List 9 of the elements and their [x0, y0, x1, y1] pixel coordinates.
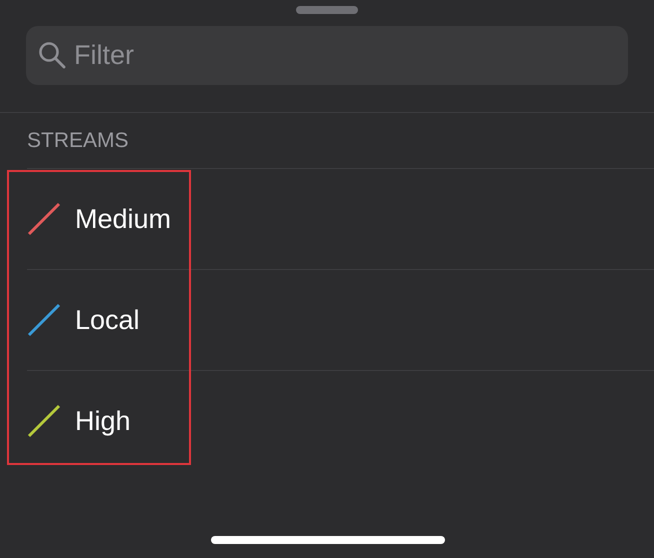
filter-field[interactable]: Filter: [26, 26, 628, 85]
sheet-grabber[interactable]: [296, 6, 358, 14]
stream-row[interactable]: Medium: [27, 168, 654, 269]
stream-name: Local: [75, 304, 140, 337]
section-header: STREAMS: [27, 129, 130, 153]
stream-name: Medium: [75, 202, 172, 236]
stream-row[interactable]: High: [27, 370, 654, 471]
stream-name: High: [75, 404, 131, 438]
stream-row[interactable]: Local: [27, 269, 654, 370]
